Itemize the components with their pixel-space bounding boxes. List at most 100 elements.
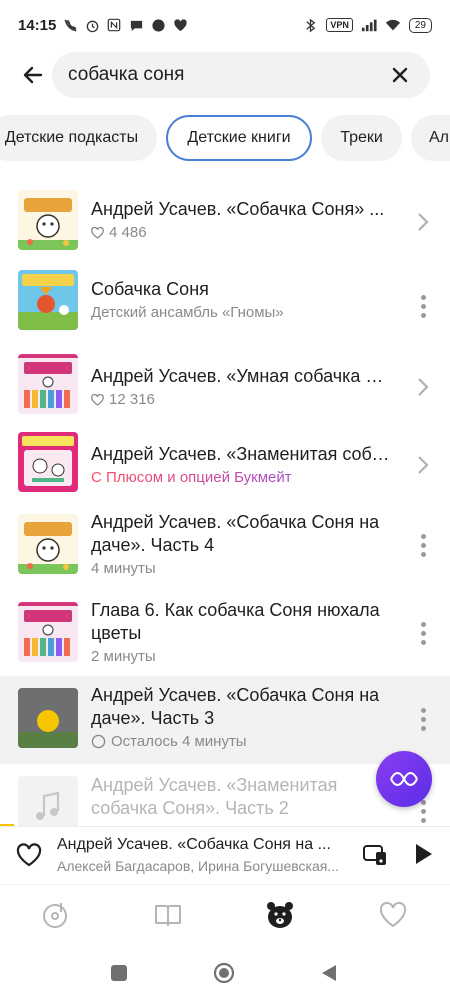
status-time: 14:15: [18, 16, 57, 34]
filter-chips: Детские подкасты Детские книги Треки Ал: [0, 115, 450, 161]
item-subtitle: 12 316: [91, 391, 391, 408]
search-input[interactable]: [68, 64, 358, 86]
search-field[interactable]: [52, 52, 430, 98]
list-item[interactable]: Андрей Усачев. «Знаменитая собачка Соня»…: [0, 426, 450, 506]
item-subtitle: 4 486: [91, 224, 391, 241]
system-navigation: [0, 944, 450, 1000]
clear-search-button[interactable]: [388, 63, 412, 87]
nav-favorites[interactable]: [377, 899, 409, 931]
more-button[interactable]: [410, 291, 436, 321]
list-item[interactable]: Андрей Усачев. «Умная собачка Соня» ... …: [0, 346, 450, 426]
bear-icon: [267, 902, 293, 928]
list-item-now-playing[interactable]: Андрей Усачев. «Собачка Соня на даче». Ч…: [0, 676, 450, 764]
back-button[interactable]: [16, 58, 50, 92]
music-disc-icon: [43, 903, 67, 928]
open-button[interactable]: [410, 372, 436, 402]
item-title: Глава 6. Как собачка Соня нюхала цветы: [91, 600, 380, 643]
list-item-text: Андрей Усачев. «Знаменитая собачка Соня»…: [91, 774, 391, 820]
item-subtitle: 4 минуты: [91, 560, 156, 577]
device-output-button[interactable]: [362, 843, 388, 867]
home-circle-icon: [213, 962, 235, 984]
item-subtitle: Детский ансамбль «Гномы»: [91, 304, 284, 321]
mini-player[interactable]: Андрей Усачев. «Собачка Соня на ... Алек…: [0, 826, 450, 882]
wave-icon: [390, 772, 418, 786]
play-icon: [416, 844, 432, 864]
list-item-text: Андрей Усачев. «Собачка Соня» ... 4 486: [91, 198, 391, 241]
cast-device-icon: [363, 845, 386, 865]
heart-icon: [379, 901, 407, 928]
chevron-right-icon: [418, 456, 429, 474]
more-vertical-icon: [420, 533, 426, 557]
item-subtitle: Осталось 4 минуты: [91, 733, 391, 750]
more-vertical-icon: [420, 621, 426, 645]
item-title: Андрей Усачев. «Знаменитая собачка Соня»…: [91, 444, 391, 464]
more-button[interactable]: [410, 530, 436, 560]
chat-bubble-icon: [128, 17, 144, 33]
chip-kids-books[interactable]: Детские книги: [166, 115, 312, 161]
status-icons-left: [62, 17, 188, 33]
bottom-navigation: [0, 884, 450, 944]
heart-icon: [91, 393, 104, 406]
likes-count: 12 316: [109, 391, 155, 408]
circle-icon: [91, 734, 106, 749]
signal-icon: [361, 17, 377, 33]
close-icon: [392, 67, 408, 83]
circle-notification-icon: [150, 17, 166, 33]
recent-apps-button[interactable]: [108, 962, 130, 984]
item-title: Андрей Усачев. «Знаменитая собачка Соня»…: [91, 775, 338, 818]
nav-music[interactable]: [40, 899, 72, 931]
book-cover: [18, 432, 78, 492]
battery-indicator: 29: [408, 17, 432, 33]
chip-tracks[interactable]: Треки: [321, 115, 402, 161]
more-button[interactable]: [410, 704, 436, 734]
item-title: Андрей Усачев. «Собачка Соня» ...: [91, 199, 385, 219]
wave-fab-button[interactable]: [376, 751, 432, 807]
arrow-back-icon: [23, 66, 43, 84]
triangle-back-icon: [322, 965, 336, 981]
play-button[interactable]: [412, 842, 436, 868]
chevron-right-icon: [418, 378, 429, 396]
heart-pulse-icon: [172, 17, 188, 33]
list-item-text: Андрей Усачев. «Собачка Соня на даче». Ч…: [91, 684, 391, 750]
system-back-button[interactable]: [318, 962, 340, 984]
list-item[interactable]: Глава 6. Как собачка Соня нюхала цветы 2…: [0, 594, 450, 676]
nav-books[interactable]: [152, 899, 184, 931]
chip-kids-podcasts[interactable]: Детские подкасты: [0, 115, 157, 161]
alarm-icon: [84, 17, 100, 33]
list-item-text: Собачка Соня Детский ансамбль «Гномы»: [91, 278, 391, 321]
open-button[interactable]: [410, 207, 436, 237]
list-item[interactable]: Собачка Соня Детский ансамбль «Гномы»: [0, 266, 450, 346]
nav-kids[interactable]: [264, 899, 296, 931]
item-title: Собачка Соня: [91, 279, 209, 299]
square-icon: [111, 965, 127, 981]
like-button[interactable]: [16, 843, 42, 867]
status-bar: 14:15 VPN 29: [0, 0, 450, 50]
open-button[interactable]: [410, 450, 436, 480]
mute-call-icon: [62, 17, 78, 33]
list-item[interactable]: Андрей Усачев. «Собачка Соня на даче». Ч…: [0, 506, 450, 594]
wifi-icon: [385, 17, 401, 33]
home-button[interactable]: [213, 962, 235, 984]
item-title: Андрей Усачев. «Умная собачка Соня» ...: [91, 366, 391, 386]
more-button[interactable]: [410, 618, 436, 648]
bluetooth-icon: [302, 17, 318, 33]
more-vertical-icon: [420, 707, 426, 731]
list-item[interactable]: Андрей Усачев. «Собачка Соня» ... 4 486: [0, 178, 450, 266]
more-vertical-icon: [420, 294, 426, 318]
list-item-text: Андрей Усачев. «Умная собачка Соня» ... …: [91, 365, 391, 408]
more-vertical-icon: [420, 799, 426, 823]
status-icons-right: VPN 29: [302, 17, 432, 33]
book-icon: [155, 905, 181, 926]
item-title: Андрей Усачев. «Собачка Соня на даче». Ч…: [91, 685, 380, 728]
item-title: Андрей Усачев. «Собачка Соня на даче». Ч…: [91, 512, 380, 555]
album-cover: [18, 270, 78, 330]
search-header: [0, 52, 450, 98]
book-cover: [18, 688, 78, 748]
heart-icon: [16, 843, 42, 867]
chip-albums[interactable]: Ал: [411, 115, 450, 161]
likes-count: 4 486: [109, 224, 147, 241]
remaining-time: Осталось 4 минуты: [111, 733, 247, 750]
nfc-icon: [106, 17, 122, 33]
vpn-badge: VPN: [326, 18, 353, 32]
book-cover: [18, 190, 78, 250]
